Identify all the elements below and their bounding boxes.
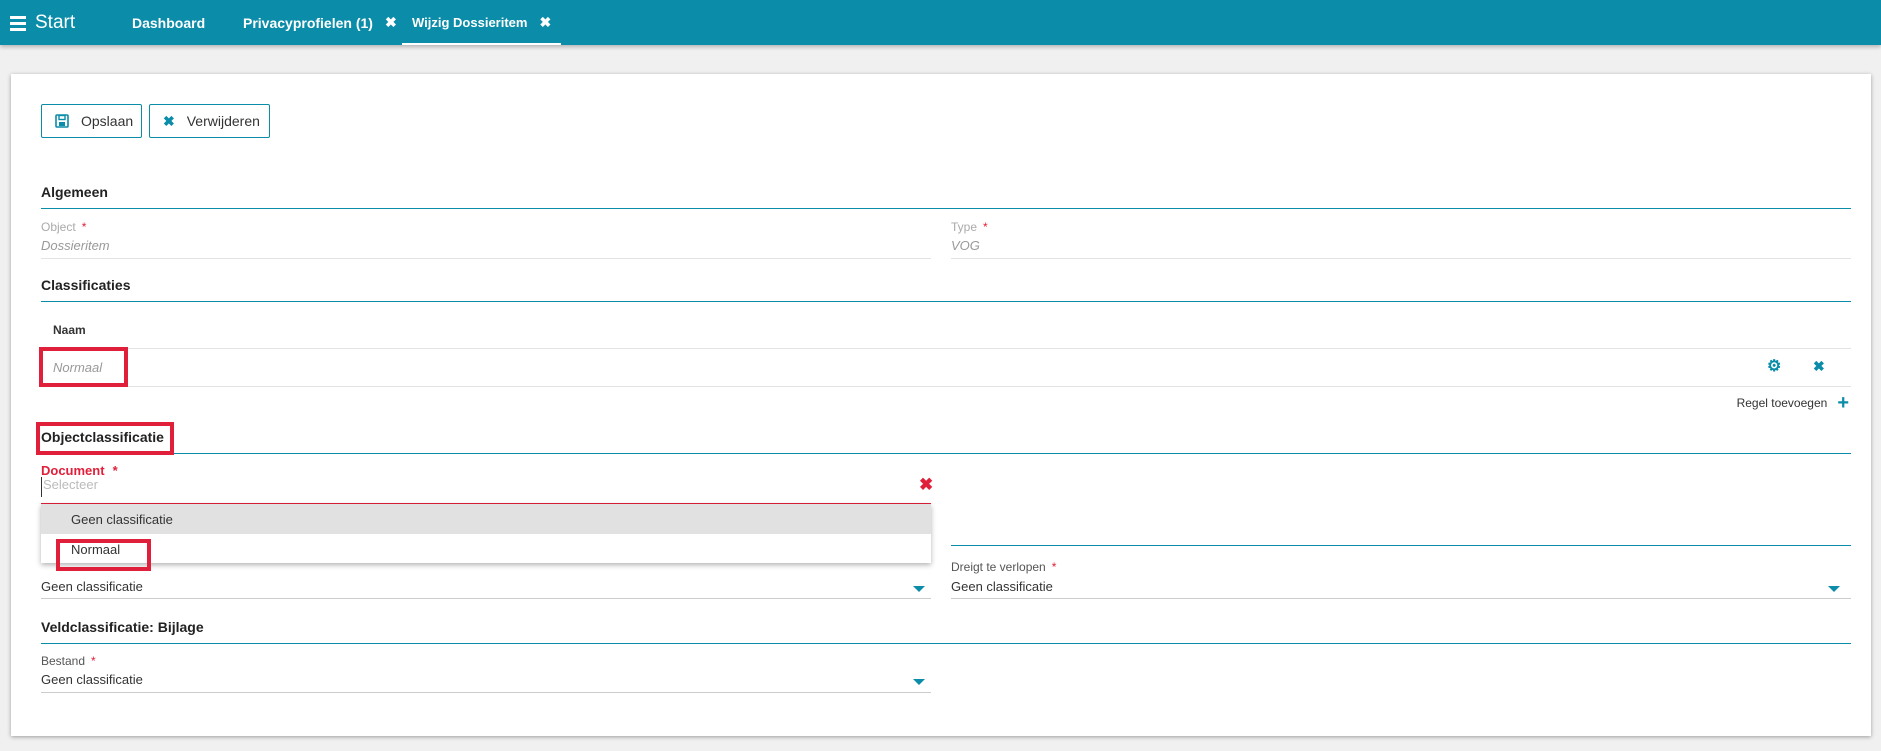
edit-form-card: Opslaan ✖ Verwijderen Algemeen Object * D… [11, 74, 1871, 736]
highlight-box-objectclassificatie [36, 422, 174, 455]
section-veldclassificatie-title: Veldclassificatie: Bijlage [41, 619, 1851, 644]
object-field-underline [41, 258, 931, 259]
tab-privacyprofielen[interactable]: Privacyprofielen (1) ✖ [243, 0, 397, 45]
tab-label: Privacyprofielen (1) [243, 14, 373, 31]
dropdown-option-geen-classificatie[interactable]: Geen classificatie [41, 504, 931, 534]
bestand-label: Bestand * [41, 654, 96, 668]
retention-left-select-value[interactable]: Geen classificatie [41, 579, 143, 594]
section-objectclassificatie-title: Objectclassificatie [41, 429, 1851, 454]
chevron-down-icon[interactable] [913, 679, 925, 685]
section-algemeen-title: Algemeen [41, 184, 1851, 209]
plus-icon: + [1837, 392, 1849, 414]
delete-button-label: Verwijderen [186, 113, 260, 129]
delete-button[interactable]: ✖ Verwijderen [149, 104, 270, 138]
highlight-box-normaal-option [56, 539, 151, 571]
object-field-value: Dossieritem [41, 238, 110, 253]
object-field-label: Object * [41, 220, 87, 234]
clear-selection-icon[interactable]: ✖ [919, 475, 933, 495]
add-row-label: Regel toevoegen [1736, 396, 1828, 410]
dreigt-te-verlopen-label: Dreigt te verlopen * [951, 560, 1057, 574]
remove-row-icon[interactable]: ✖ [1813, 358, 1825, 375]
document-field-label: Document * [41, 463, 118, 478]
chevron-down-icon[interactable] [913, 586, 925, 592]
close-icon[interactable]: ✖ [385, 14, 397, 31]
tab-label: Wijzig Dossieritem [412, 15, 528, 30]
document-dropdown-menu: Geen classificatie Normaal [41, 504, 931, 563]
column-header-naam: Naam [53, 323, 86, 337]
select-underline [41, 692, 931, 693]
section-classificaties-title: Classificaties [41, 277, 1851, 302]
hamburger-icon [10, 13, 26, 34]
top-nav-bar: Start Dashboard Privacyprofielen (1) ✖ W… [0, 0, 1881, 45]
cross-icon: ✖ [163, 112, 175, 129]
save-button-label: Opslaan [81, 113, 134, 129]
table-row-divider [41, 386, 1851, 387]
highlight-box-normaal-row [39, 347, 128, 387]
add-row-button[interactable]: Regel toevoegen + [1736, 392, 1849, 414]
start-menu-button[interactable]: Start [10, 10, 75, 36]
type-field-value: VOG [951, 238, 980, 253]
tab-wijzig-dossieritem[interactable]: Wijzig Dossieritem ✖ [402, 0, 562, 45]
bestand-select-value[interactable]: Geen classificatie [41, 672, 143, 687]
chevron-down-icon[interactable] [1828, 586, 1840, 592]
gears-icon[interactable]: ⚙ [1767, 356, 1781, 376]
section-divider [951, 545, 1851, 546]
type-field-underline [951, 258, 1851, 259]
dreigt-te-verlopen-select-value[interactable]: Geen classificatie [951, 579, 1053, 594]
floppy-icon [55, 114, 69, 128]
document-select-input[interactable]: Selecteer [41, 477, 933, 497]
tab-dashboard[interactable]: Dashboard [132, 0, 205, 45]
select-underline [41, 598, 931, 599]
dropdown-option-normaal[interactable]: Normaal [41, 534, 931, 564]
start-menu-label: Start [35, 12, 76, 33]
type-field-label: Type * [951, 220, 988, 234]
save-button[interactable]: Opslaan [41, 104, 142, 138]
tab-label: Dashboard [132, 14, 206, 31]
close-icon[interactable]: ✖ [539, 14, 551, 31]
table-header-divider [41, 348, 1851, 349]
select-underline [951, 598, 1851, 599]
